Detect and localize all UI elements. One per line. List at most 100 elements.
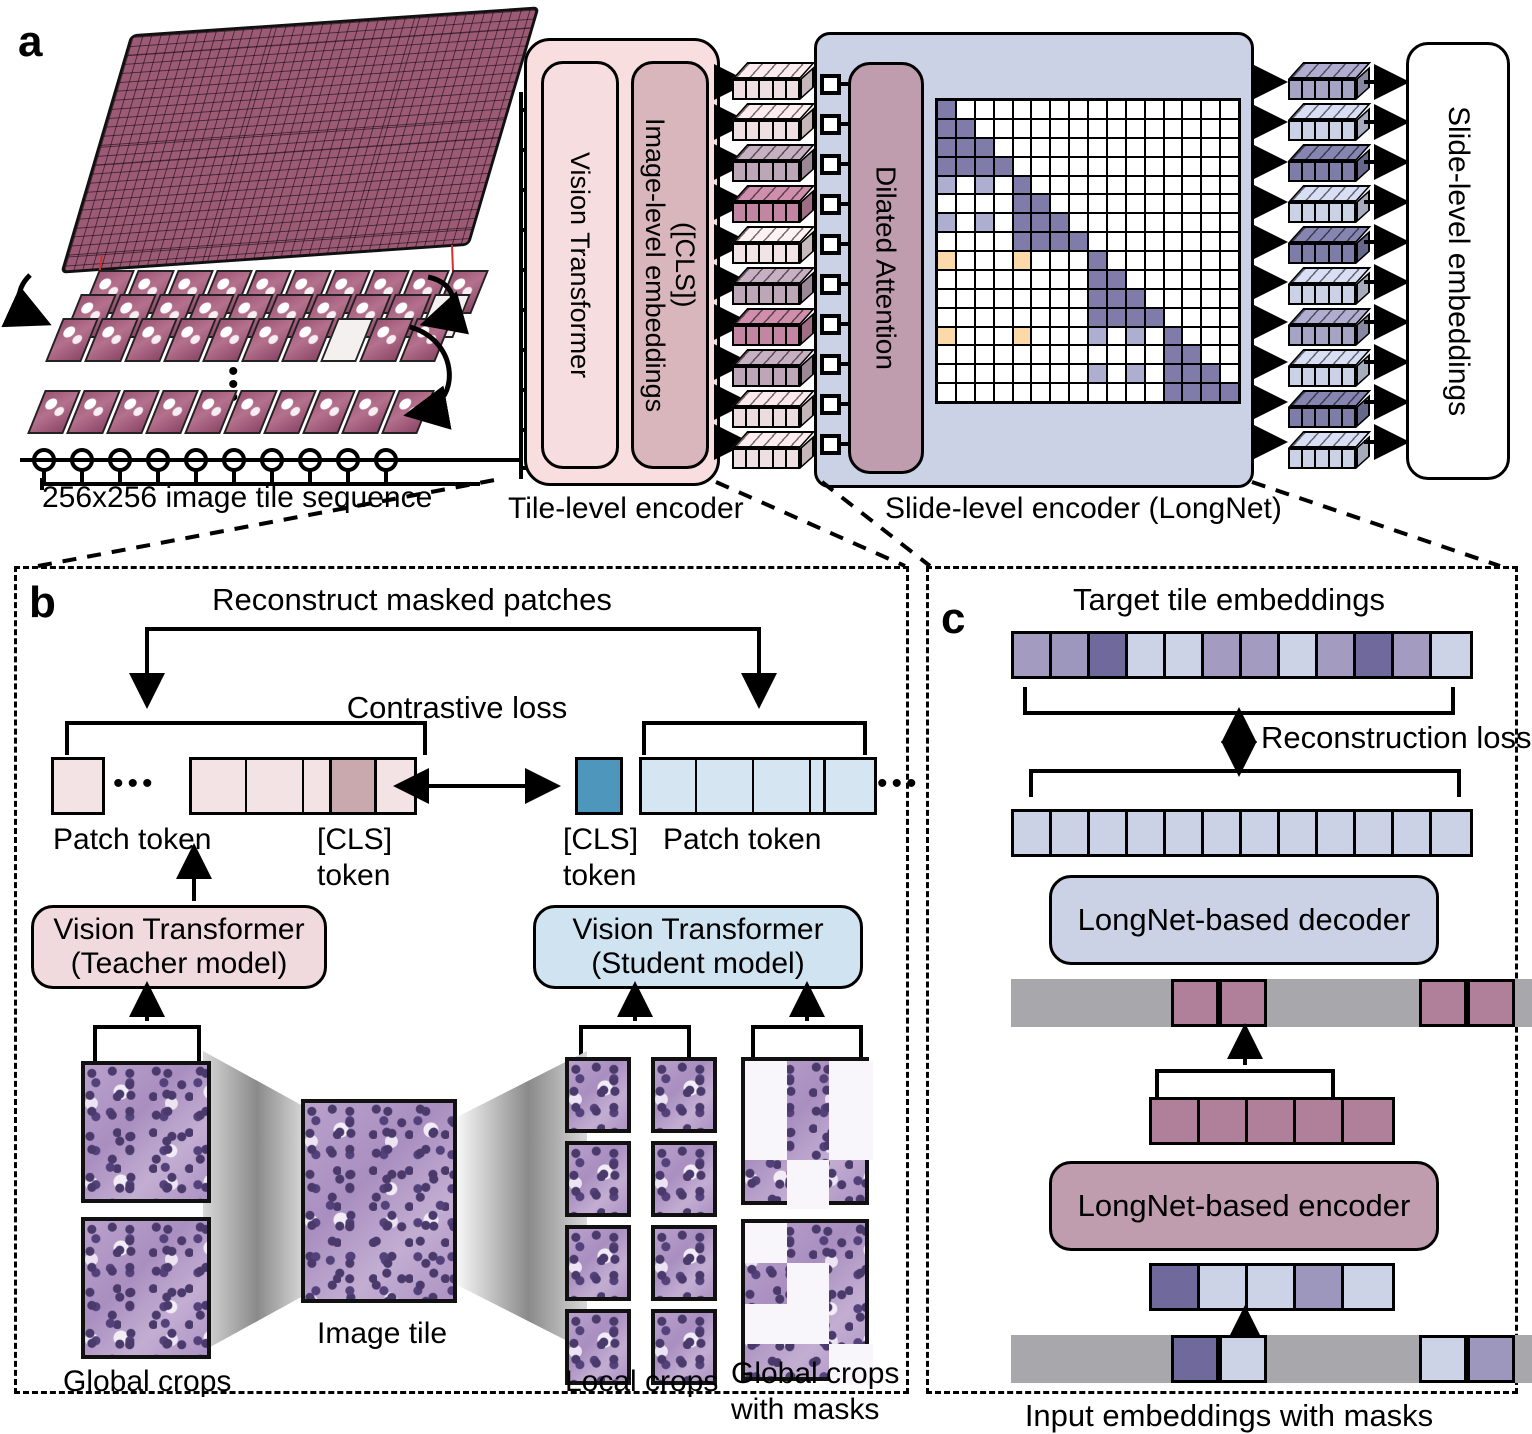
teacher-patch-token-group [189, 757, 417, 815]
attention-cell [1012, 383, 1032, 402]
attention-cell [1069, 232, 1088, 251]
longnet-decoder-box[interactable]: LongNet-based decoder [1049, 875, 1439, 965]
attention-cell [1069, 326, 1088, 346]
attention-cell [937, 156, 956, 176]
attention-cell [1201, 213, 1221, 233]
embedding-slice [1329, 204, 1343, 221]
embedding-slice [1316, 409, 1330, 426]
teacher-vit-arrow [176, 843, 212, 901]
attention-cell [1163, 137, 1183, 157]
attention-cell [1163, 175, 1183, 195]
mask-patch [745, 1061, 787, 1110]
mask-patch [745, 1304, 787, 1344]
attention-cell [1050, 251, 1070, 270]
attention-cell [1220, 213, 1239, 233]
attention-cell [1069, 213, 1088, 233]
reconstruction-loss-label: Reconstruction loss [1261, 720, 1532, 755]
embedding-slice [1290, 245, 1304, 262]
attention-cell [1106, 213, 1126, 233]
student-model-label-line2: (Student model) [591, 947, 805, 980]
student-cls-token-label-line2: token [563, 859, 637, 892]
attention-cell [955, 118, 975, 138]
embedding-slice [747, 81, 761, 98]
longnet-encoder-box[interactable]: LongNet-based encoder [1049, 1161, 1439, 1251]
attention-cell [1031, 345, 1051, 365]
attention-cell [1012, 232, 1032, 251]
attention-cell [1125, 269, 1145, 289]
input-embeddings-label: Input embeddings with masks [1024, 1398, 1434, 1433]
slide-encoder-output-arrows [1252, 64, 1288, 460]
attention-cell [1012, 137, 1032, 157]
attention-cell [1106, 251, 1126, 270]
student-model-box[interactable]: Vision Transformer (Student model) [533, 905, 863, 989]
attention-cell [1031, 194, 1051, 214]
tile-level-encoder[interactable]: Vision Transformer Image-level embedding… [524, 38, 720, 486]
dilated-attention-box[interactable]: Dilated Attention [848, 62, 924, 474]
image-level-embeddings-box[interactable]: Image-level embeddings ([CLS]) [631, 61, 709, 469]
attention-cell [974, 194, 994, 214]
attention-cell [974, 269, 994, 289]
local-crop [651, 1057, 717, 1133]
attention-cell [1182, 364, 1202, 384]
attention-cell [1125, 251, 1145, 270]
slide-level-embeddings-box[interactable]: Slide-level embeddings [1406, 42, 1510, 480]
attention-cell [1144, 326, 1164, 346]
attention-cell [1125, 364, 1145, 384]
attention-cell [1088, 175, 1107, 195]
attention-cell [1144, 288, 1164, 308]
target-embedding-cell [1394, 634, 1432, 676]
embedding-stack-front [732, 202, 800, 223]
attention-cell [1144, 364, 1164, 384]
embedding-stack [732, 349, 816, 387]
embedding-token [1248, 1100, 1296, 1142]
attention-cell [1069, 288, 1088, 308]
embedding-slice [1316, 286, 1330, 303]
attention-cell [1201, 364, 1221, 384]
attention-cell [1050, 100, 1070, 119]
attention-cell [1088, 269, 1107, 289]
embedding-slice [773, 245, 787, 262]
mask-patch [829, 1110, 873, 1160]
attention-cell [1012, 345, 1032, 365]
attention-cell [955, 232, 975, 251]
attention-cell [1220, 288, 1239, 308]
embedding-slice [786, 327, 799, 344]
attention-cell [1106, 383, 1126, 402]
embedding-slice [773, 286, 787, 303]
embedding-slice [786, 368, 799, 385]
embedding-slice [1303, 204, 1317, 221]
attention-cell [1220, 345, 1239, 365]
attention-cell [1031, 100, 1051, 119]
longnet-encoder-label: LongNet-based encoder [1077, 1187, 1411, 1223]
embedding-stack [1288, 349, 1372, 387]
attention-cell [1106, 269, 1126, 289]
attention-cell [1050, 345, 1070, 365]
target-embedding-cell [1166, 634, 1204, 676]
predicted-embedding-cell [1394, 812, 1432, 854]
attention-cell [1050, 213, 1070, 233]
embedding-stack [732, 144, 816, 182]
teacher-model-label-line2: (Teacher model) [70, 947, 288, 980]
attention-cell [974, 307, 994, 327]
embedding-stack-front [732, 243, 800, 264]
attention-cell [1106, 307, 1126, 327]
embedding-slice [1329, 450, 1343, 467]
slide-embeddings-arrows [1364, 64, 1410, 460]
attention-cell [1163, 118, 1183, 138]
teacher-model-box[interactable]: Vision Transformer (Teacher model) [31, 905, 327, 989]
teacher-cls-token-label-line1: [CLS] [317, 823, 393, 856]
attention-cell [955, 269, 975, 289]
attention-cell [993, 288, 1013, 308]
mask-patch [787, 1263, 829, 1304]
attention-cell [1106, 232, 1126, 251]
mask-segment [1011, 979, 1171, 1027]
embedding-slice [1303, 245, 1317, 262]
embedding-slice [1303, 368, 1317, 385]
attention-cell [1220, 307, 1239, 327]
global-crop-with-mask [741, 1057, 873, 1209]
visible-embedding-token [1171, 979, 1219, 1027]
attention-cell [1031, 213, 1051, 233]
embedding-slice [1290, 286, 1304, 303]
vision-transformer-box[interactable]: Vision Transformer [541, 61, 619, 469]
attention-cell [1031, 118, 1051, 138]
